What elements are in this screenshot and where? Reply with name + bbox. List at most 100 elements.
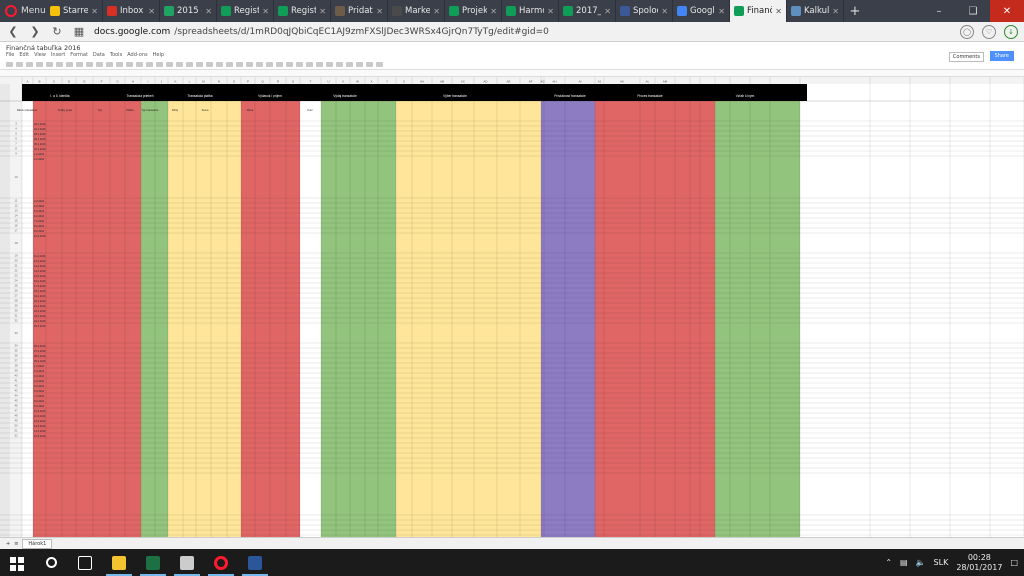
toolbar-icon[interactable]: [296, 62, 303, 67]
close-tab-icon[interactable]: ✕: [718, 7, 725, 16]
close-tab-icon[interactable]: ✕: [547, 7, 554, 16]
back-icon[interactable]: ❮: [6, 25, 20, 38]
forward-icon[interactable]: ❯: [28, 25, 42, 38]
speed-dial-icon[interactable]: ▦: [72, 25, 86, 38]
menu-item[interactable]: Edit: [19, 52, 29, 58]
toolbar-icon[interactable]: [36, 62, 43, 67]
all-sheets-button[interactable]: ≡: [14, 541, 18, 547]
volume-icon[interactable]: 🔈: [916, 558, 926, 567]
close-tab-icon[interactable]: ✕: [319, 7, 326, 16]
toolbar-icon[interactable]: [346, 62, 353, 67]
toolbar-icon[interactable]: [256, 62, 263, 67]
browser-tab[interactable]: Registr✕: [274, 0, 331, 22]
browser-tab[interactable]: Projekt✕: [445, 0, 502, 22]
add-sheet-button[interactable]: +: [6, 541, 10, 547]
toolbar-icon[interactable]: [316, 62, 323, 67]
browser-tab[interactable]: Google✕: [673, 0, 730, 22]
toolbar-icon[interactable]: [16, 62, 23, 67]
browser-tab[interactable]: Pridat ✕: [331, 0, 388, 22]
toolbar-icon[interactable]: [236, 62, 243, 67]
menu-item[interactable]: Help: [153, 52, 164, 58]
toolbar-icon[interactable]: [26, 62, 33, 67]
close-tab-icon[interactable]: ✕: [262, 7, 269, 16]
spreadsheet-grid[interactable]: I. a II. identita Transakcia priebeh Trans…: [0, 77, 1024, 537]
menu-item[interactable]: Insert: [51, 52, 65, 58]
toolbar-icon[interactable]: [176, 62, 183, 67]
minimize-button[interactable]: –: [922, 0, 956, 22]
document-title[interactable]: Finančná tabuľka 2016: [6, 44, 81, 52]
task-view-icon[interactable]: [68, 549, 102, 576]
toolbar-icon[interactable]: [6, 62, 13, 67]
close-window-button[interactable]: ✕: [990, 0, 1024, 22]
settings-icon[interactable]: [170, 549, 204, 576]
formula-bar[interactable]: [0, 70, 1024, 77]
toolbar-icon[interactable]: [366, 62, 373, 67]
browser-tab[interactable]: Registr✕: [217, 0, 274, 22]
toolbar-icon[interactable]: [146, 62, 153, 67]
menu-item[interactable]: Add-ons: [127, 52, 147, 58]
close-tab-icon[interactable]: ✕: [376, 7, 383, 16]
toolbar-icon[interactable]: [326, 62, 333, 67]
close-tab-icon[interactable]: ✕: [832, 7, 839, 16]
close-tab-icon[interactable]: ✕: [604, 7, 611, 16]
toolbar-icon[interactable]: [376, 62, 383, 67]
toolbar-icon[interactable]: [246, 62, 253, 67]
toolbar-icon[interactable]: [206, 62, 213, 67]
browser-tab[interactable]: Finančn✕: [730, 0, 787, 22]
browser-tab[interactable]: Kalkula✕: [787, 0, 844, 22]
start-button[interactable]: [0, 549, 34, 576]
toolbar-icon[interactable]: [226, 62, 233, 67]
download-icon[interactable]: ↓: [1004, 24, 1018, 39]
share-button[interactable]: Share: [989, 51, 1014, 61]
maximize-button[interactable]: ❑: [956, 0, 990, 22]
browser-tab[interactable]: Harmo✕: [502, 0, 559, 22]
browser-tab[interactable]: Spoloc✕: [616, 0, 673, 22]
toolbar-icon[interactable]: [266, 62, 273, 67]
close-tab-icon[interactable]: ✕: [205, 7, 212, 16]
browser-tab[interactable]: Market✕: [388, 0, 445, 22]
reload-icon[interactable]: ↻: [50, 25, 64, 38]
toolbar-icon[interactable]: [156, 62, 163, 67]
sheet-tab[interactable]: Hárok1: [22, 538, 53, 549]
toolbar-icon[interactable]: [166, 62, 173, 67]
close-tab-icon[interactable]: ✕: [91, 7, 98, 16]
close-tab-icon[interactable]: ✕: [490, 7, 497, 16]
notification-icon[interactable]: □: [1010, 558, 1018, 567]
clock[interactable]: 00:28 28/01/2017: [956, 553, 1002, 573]
explorer-icon[interactable]: [102, 549, 136, 576]
toolbar-icon[interactable]: [46, 62, 53, 67]
opera-menu-button[interactable]: Menu: [0, 0, 46, 22]
close-tab-icon[interactable]: ✕: [148, 7, 155, 16]
toolbar-icon[interactable]: [216, 62, 223, 67]
toolbar-icon[interactable]: [106, 62, 113, 67]
comments-button[interactable]: Comments: [948, 52, 984, 62]
network-icon[interactable]: ▤: [900, 558, 908, 567]
toolbar-icon[interactable]: [56, 62, 63, 67]
browser-tab[interactable]: Starred✕: [46, 0, 103, 22]
toolbar-icon[interactable]: [276, 62, 283, 67]
toolbar-icon[interactable]: [196, 62, 203, 67]
toolbar-icon[interactable]: [186, 62, 193, 67]
close-tab-icon[interactable]: ✕: [775, 7, 782, 16]
toolbar-icon[interactable]: [356, 62, 363, 67]
close-tab-icon[interactable]: ✕: [433, 7, 440, 16]
menu-item[interactable]: File: [6, 52, 14, 58]
browser-tab[interactable]: Inbox -✕: [103, 0, 160, 22]
menu-item[interactable]: View: [34, 52, 46, 58]
toolbar-icon[interactable]: [136, 62, 143, 67]
vpn-icon[interactable]: ◯: [960, 24, 974, 39]
toolbar-icon[interactable]: [86, 62, 93, 67]
browser-tab[interactable]: 2017_0✕: [559, 0, 616, 22]
toolbar-icon[interactable]: [76, 62, 83, 67]
toolbar-icon[interactable]: [96, 62, 103, 67]
opera-icon[interactable]: [204, 549, 238, 576]
menu-item[interactable]: Data: [93, 52, 105, 58]
menu-item[interactable]: Tools: [110, 52, 122, 58]
language-indicator[interactable]: SLK: [934, 558, 949, 567]
heart-icon[interactable]: ♡: [982, 24, 996, 39]
close-tab-icon[interactable]: ✕: [661, 7, 668, 16]
url-field[interactable]: docs.google.com/spreadsheets/d/1mRD0qJQb…: [94, 27, 952, 37]
search-icon[interactable]: [34, 549, 68, 576]
chevron-up-icon[interactable]: ⌃: [885, 558, 892, 567]
toolbar-icon[interactable]: [116, 62, 123, 67]
